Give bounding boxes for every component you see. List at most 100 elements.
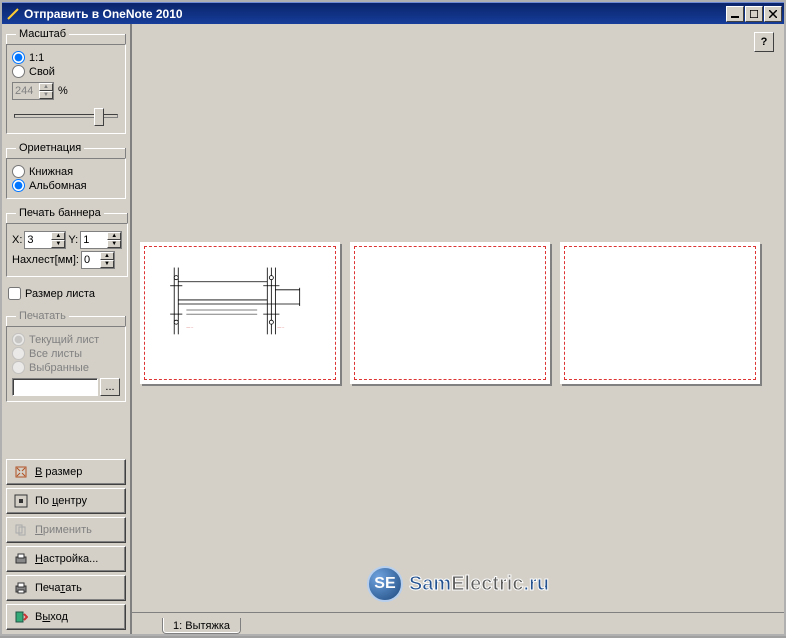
overlap-value[interactable]: 0 bbox=[82, 252, 100, 268]
preview-surface[interactable]: ---- -- ---- -- bbox=[132, 24, 784, 612]
banner-y-value[interactable]: 1 bbox=[81, 232, 107, 248]
browse-button[interactable]: ... bbox=[100, 378, 120, 396]
center-icon bbox=[13, 493, 29, 509]
scale-spinner-arrows: ▲ ▼ bbox=[39, 83, 53, 99]
window-title: Отправить в OneNote 2010 bbox=[24, 7, 725, 21]
schematic-note: ---- -- bbox=[277, 325, 284, 329]
scope-selected-label: Выбранные bbox=[29, 362, 89, 374]
up-arrow-icon: ▲ bbox=[39, 83, 53, 91]
scale-slider[interactable] bbox=[12, 106, 120, 128]
scale-legend: Масштаб bbox=[16, 28, 69, 40]
page-thumbnail-2[interactable] bbox=[350, 242, 550, 384]
scale-value-spinner: 244 ▲ ▼ bbox=[12, 82, 54, 100]
app-window: Отправить в OneNote 2010 Масштаб 1:1 Сво… bbox=[0, 0, 786, 636]
orientation-group: Ориетнация Книжная Альбомная bbox=[6, 142, 126, 199]
print-scope-group: Печатать Текущий лист Все листы Выбранны… bbox=[6, 310, 126, 402]
page-size-row[interactable]: Размер листа bbox=[8, 287, 124, 300]
schematic-drawing: ---- -- ---- -- bbox=[156, 264, 328, 348]
sheet-tab-label: 1: Вытяжка bbox=[173, 620, 230, 632]
page-size-label: Размер листа bbox=[25, 288, 95, 300]
page-thumbnail-3[interactable] bbox=[560, 242, 760, 384]
right-area: ? bbox=[132, 24, 784, 634]
up-arrow-icon[interactable]: ▲ bbox=[100, 252, 114, 260]
left-panel: Масштаб 1:1 Свой 244 ▲ ▼ bbox=[2, 24, 132, 634]
tab-strip: 1: Вытяжка bbox=[132, 612, 784, 634]
scope-path-input[interactable] bbox=[12, 378, 98, 396]
scale-custom-radio[interactable] bbox=[12, 65, 25, 78]
fit-button[interactable]: В размер bbox=[6, 459, 126, 485]
page-size-checkbox[interactable] bbox=[8, 287, 21, 300]
help-button[interactable]: ? bbox=[754, 32, 774, 52]
fit-icon bbox=[13, 464, 29, 480]
title-bar[interactable]: Отправить в OneNote 2010 bbox=[2, 2, 784, 24]
action-buttons: В размер По центру Применить Настройка..… bbox=[4, 455, 128, 632]
landscape-radio[interactable] bbox=[12, 179, 25, 192]
down-arrow-icon[interactable]: ▼ bbox=[100, 260, 114, 268]
sheet-tab[interactable]: 1: Вытяжка bbox=[162, 618, 241, 634]
maximize-button[interactable] bbox=[745, 6, 763, 22]
portrait-row[interactable]: Книжная bbox=[12, 165, 120, 178]
scale-custom-label: Свой bbox=[29, 66, 55, 78]
center-button[interactable]: По центру bbox=[6, 488, 126, 514]
banner-x-label: X: bbox=[12, 234, 22, 246]
scale-custom-row[interactable]: Свой bbox=[12, 65, 120, 78]
scope-current-row: Текущий лист bbox=[12, 333, 120, 346]
up-arrow-icon[interactable]: ▲ bbox=[51, 232, 65, 240]
scope-all-radio bbox=[12, 347, 25, 360]
up-arrow-icon[interactable]: ▲ bbox=[107, 232, 121, 240]
minimize-button[interactable] bbox=[726, 6, 744, 22]
schematic-note: ---- -- bbox=[186, 325, 193, 329]
banner-y-spinner[interactable]: 1 ▲▼ bbox=[80, 231, 122, 249]
exit-icon bbox=[13, 609, 29, 625]
orientation-legend: Ориетнация bbox=[16, 142, 84, 154]
app-icon bbox=[6, 7, 20, 21]
scope-selected-row: Выбранные bbox=[12, 361, 120, 374]
scope-current-label: Текущий лист bbox=[29, 334, 99, 346]
scope-selected-radio bbox=[12, 361, 25, 374]
print-button[interactable]: Печатать bbox=[6, 575, 126, 601]
scale-percent: % bbox=[58, 85, 68, 97]
page-margin bbox=[564, 246, 756, 380]
banner-legend: Печать баннера bbox=[16, 207, 104, 219]
scale-1-1-radio[interactable] bbox=[12, 51, 25, 64]
scale-group: Масштаб 1:1 Свой 244 ▲ ▼ bbox=[6, 28, 126, 134]
scale-1-1-label: 1:1 bbox=[29, 52, 44, 64]
print-scope-legend: Печатать bbox=[16, 310, 69, 322]
page-margin bbox=[354, 246, 546, 380]
client-area: Масштаб 1:1 Свой 244 ▲ ▼ bbox=[2, 24, 784, 634]
slider-thumb[interactable] bbox=[94, 108, 104, 126]
apply-button: Применить bbox=[6, 517, 126, 543]
scope-current-radio bbox=[12, 333, 25, 346]
overlap-label: Нахлест[мм]: bbox=[12, 254, 79, 266]
apply-label: Применить bbox=[35, 524, 92, 536]
page-thumbnail-1[interactable]: ---- -- ---- -- bbox=[140, 242, 340, 384]
exit-label: Выход bbox=[35, 611, 68, 623]
banner-group: Печать баннера X: 3 ▲▼ Y: 1 ▲▼ Нахлест[м… bbox=[6, 207, 128, 277]
apply-icon bbox=[13, 522, 29, 538]
portrait-label: Книжная bbox=[29, 166, 73, 178]
settings-label: Настройка... bbox=[35, 553, 98, 565]
landscape-label: Альбомная bbox=[29, 180, 87, 192]
down-arrow-icon: ▼ bbox=[39, 91, 53, 99]
scope-all-row: Все листы bbox=[12, 347, 120, 360]
scale-value: 244 bbox=[13, 83, 39, 99]
banner-x-value[interactable]: 3 bbox=[25, 232, 51, 248]
landscape-row[interactable]: Альбомная bbox=[12, 179, 120, 192]
close-button[interactable] bbox=[764, 6, 782, 22]
down-arrow-icon[interactable]: ▼ bbox=[107, 240, 121, 248]
down-arrow-icon[interactable]: ▼ bbox=[51, 240, 65, 248]
overlap-spinner[interactable]: 0 ▲▼ bbox=[81, 251, 115, 269]
printer-settings-icon bbox=[13, 551, 29, 567]
banner-x-spinner[interactable]: 3 ▲▼ bbox=[24, 231, 66, 249]
banner-y-label: Y: bbox=[68, 234, 78, 246]
portrait-radio[interactable] bbox=[12, 165, 25, 178]
fit-label: В размер bbox=[35, 466, 82, 478]
scope-all-label: Все листы bbox=[29, 348, 82, 360]
print-label: Печатать bbox=[35, 582, 82, 594]
printer-icon bbox=[13, 580, 29, 596]
scale-1-1-row[interactable]: 1:1 bbox=[12, 51, 120, 64]
page-thumbnails: ---- -- ---- -- bbox=[140, 242, 776, 384]
exit-button[interactable]: Выход bbox=[6, 604, 126, 630]
help-icon: ? bbox=[761, 36, 768, 48]
settings-button[interactable]: Настройка... bbox=[6, 546, 126, 572]
